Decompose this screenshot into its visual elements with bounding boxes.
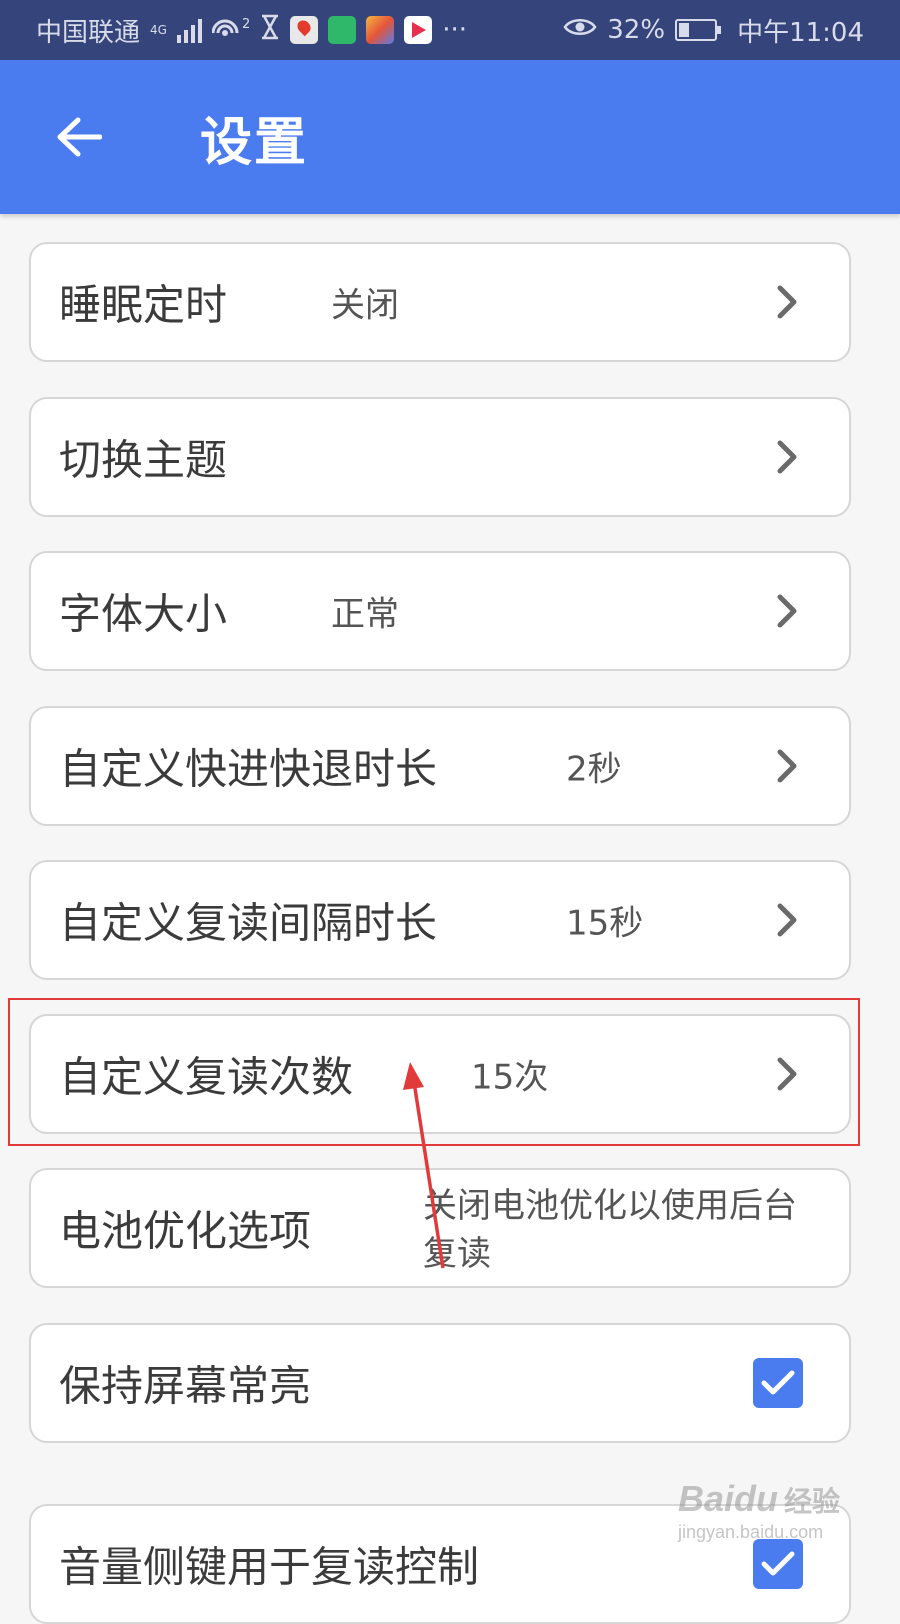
setting-battery-optimization[interactable]: 电池优化选项 关闭电池优化以使用后台复读 bbox=[29, 1168, 851, 1288]
watermark-url: jingyan.baidu.com bbox=[678, 1522, 824, 1542]
setting-value: 关闭 bbox=[331, 285, 399, 326]
clock: 中午11:04 bbox=[737, 17, 864, 48]
status-bar: 中国联通 4G 2 ··· 32% 中午11:04 bbox=[0, 0, 900, 60]
setting-value: 15秒 bbox=[566, 903, 644, 944]
chevron-right-icon bbox=[777, 903, 797, 937]
setting-label: 自定义复读间隔时长 bbox=[59, 898, 438, 948]
setting-switch-theme[interactable]: 切换主题 bbox=[29, 397, 851, 517]
setting-label: 音量侧键用于复读控制 bbox=[59, 1542, 480, 1592]
video-app-icon bbox=[404, 16, 433, 44]
network-type-label: 4G bbox=[150, 23, 167, 37]
annotation-highlight-box bbox=[8, 998, 860, 1146]
app-bar: 设置 bbox=[0, 60, 900, 214]
eye-icon bbox=[563, 15, 597, 45]
chevron-right-icon bbox=[777, 285, 797, 319]
carrier-name: 中国联通 bbox=[36, 17, 141, 48]
setting-value: 正常 bbox=[331, 594, 399, 635]
hotspot-count: 2 bbox=[241, 17, 251, 32]
chevron-right-icon bbox=[777, 440, 797, 474]
chevron-right-icon bbox=[777, 594, 797, 628]
setting-label: 字体大小 bbox=[59, 589, 228, 639]
checkbox-checked-icon[interactable] bbox=[753, 1358, 803, 1408]
setting-seek-duration[interactable]: 自定义快进快退时长 2秒 bbox=[29, 706, 851, 826]
setting-label: 电池优化选项 bbox=[59, 1206, 312, 1256]
hotspot-icon: 2 bbox=[211, 17, 251, 43]
setting-repeat-interval[interactable]: 自定义复读间隔时长 15秒 bbox=[29, 860, 851, 980]
hourglass-icon bbox=[260, 14, 280, 47]
setting-label: 保持屏幕常亮 bbox=[59, 1361, 312, 1411]
arrow-left-icon bbox=[57, 117, 102, 157]
setting-sleep-timer[interactable]: 睡眠定时 关闭 bbox=[29, 242, 851, 362]
setting-description: 关闭电池优化以使用后台复读 bbox=[423, 1186, 797, 1274]
setting-label: 自定义快进快退时长 bbox=[59, 744, 438, 794]
page-title: 设置 bbox=[200, 112, 309, 173]
watermark: Baidu 经验 jingyan.baidu.com bbox=[678, 1478, 840, 1543]
paint-app-icon bbox=[366, 16, 395, 44]
battery-icon bbox=[675, 19, 722, 41]
setting-keep-screen-on[interactable]: 保持屏幕常亮 bbox=[29, 1323, 851, 1443]
signal-icon bbox=[176, 17, 202, 43]
chevron-right-icon bbox=[777, 749, 797, 783]
setting-label: 睡眠定时 bbox=[59, 280, 228, 330]
watermark-logo-cn: 经验 bbox=[784, 1486, 841, 1517]
battery-percent: 32% bbox=[607, 15, 666, 45]
watermark-logo: Baidu bbox=[678, 1478, 779, 1519]
map-app-icon bbox=[290, 16, 319, 44]
qu-app-icon bbox=[328, 16, 357, 44]
back-button[interactable] bbox=[34, 92, 124, 182]
setting-value: 2秒 bbox=[566, 749, 622, 790]
setting-font-size[interactable]: 字体大小 正常 bbox=[29, 551, 851, 671]
checkbox-checked-icon[interactable] bbox=[753, 1539, 803, 1589]
setting-label: 切换主题 bbox=[59, 435, 228, 485]
more-notifications-icon: ··· bbox=[442, 15, 468, 45]
